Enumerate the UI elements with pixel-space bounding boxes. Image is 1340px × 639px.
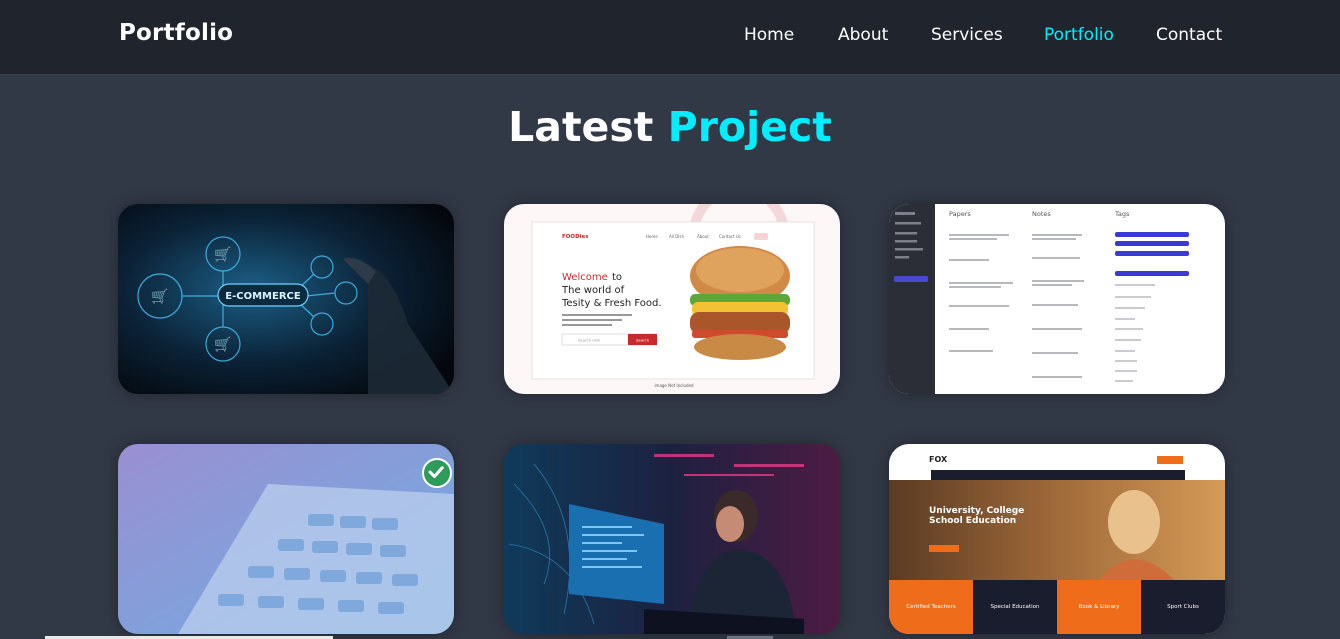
section-title-accent: Project — [667, 103, 832, 151]
food-headline-3: Tesity & Fresh Food. — [561, 298, 662, 309]
notes-col-papers: Papers — [949, 210, 971, 218]
nav-link-contact[interactable]: Contact — [1156, 25, 1222, 45]
svg-text:🛒: 🛒 — [214, 336, 231, 353]
food-search-placeholder: Search dish — [578, 338, 601, 343]
check-circle-icon — [422, 458, 452, 488]
food-nav-1: Home — [646, 234, 658, 239]
project-image-coder — [504, 444, 840, 634]
nav-link-services[interactable]: Services — [931, 25, 1003, 45]
university-feature-3: Book & Library — [1079, 604, 1120, 610]
food-nav-2: All Dish — [669, 234, 685, 239]
project-card-calculator[interactable] — [118, 444, 454, 634]
project-image-university: FOX University, College School Education… — [889, 444, 1225, 634]
food-search-button: Search — [636, 338, 650, 343]
nav-link-home[interactable]: Home — [744, 25, 794, 45]
svg-text:🛒: 🛒 — [214, 246, 231, 263]
notes-col-tags: Tags — [1114, 210, 1130, 218]
food-headline-rest: to — [612, 272, 622, 283]
project-image-food: FOODies Home All Dish About Contact Us W… — [504, 204, 840, 394]
section-title-main: Latest — [508, 103, 654, 151]
project-card-notes[interactable]: Papers Notes Tags — [889, 204, 1225, 394]
food-caption: image Not Included — [654, 383, 694, 388]
university-feature-1: Certified Teachers — [906, 604, 956, 610]
food-nav-3: About — [697, 234, 709, 239]
main-nav: Home About Services Portfolio Contact — [0, 25, 1340, 49]
project-card-coder[interactable] — [504, 444, 840, 634]
project-image-calculator — [118, 444, 454, 634]
nav-link-portfolio[interactable]: Portfolio — [1044, 25, 1114, 45]
project-image-text: E-COMMERCE — [225, 291, 301, 302]
university-feature-4: Sport Clubs — [1167, 604, 1199, 610]
notes-col-notes: Notes — [1032, 210, 1051, 218]
university-headline-2: School Education — [929, 516, 1016, 526]
svg-text:🛒: 🛒 — [151, 288, 168, 305]
project-card-university[interactable]: FOX University, College School Education… — [889, 444, 1225, 634]
university-headline-1: University, College — [929, 506, 1024, 516]
food-headline-2: The world of — [561, 285, 625, 296]
project-image-notes: Papers Notes Tags — [889, 204, 1225, 394]
project-image-ecommerce: E-COMMERCE 🛒 🛒 🛒 — [118, 204, 454, 394]
project-card-food[interactable]: FOODies Home All Dish About Contact Us W… — [504, 204, 840, 394]
food-brand: FOODies — [562, 234, 589, 240]
project-card-ecommerce[interactable]: E-COMMERCE 🛒 🛒 🛒 — [118, 204, 454, 394]
site-header: Portfolio Home About Services Portfolio … — [0, 0, 1340, 75]
food-nav-4: Contact Us — [719, 234, 741, 239]
food-headline-red: Welcome — [562, 272, 608, 283]
university-brand: FOX — [929, 455, 948, 464]
university-feature-2: Special Education — [991, 604, 1040, 610]
nav-link-about[interactable]: About — [838, 25, 888, 45]
section-title: Latest Project — [0, 103, 1340, 151]
